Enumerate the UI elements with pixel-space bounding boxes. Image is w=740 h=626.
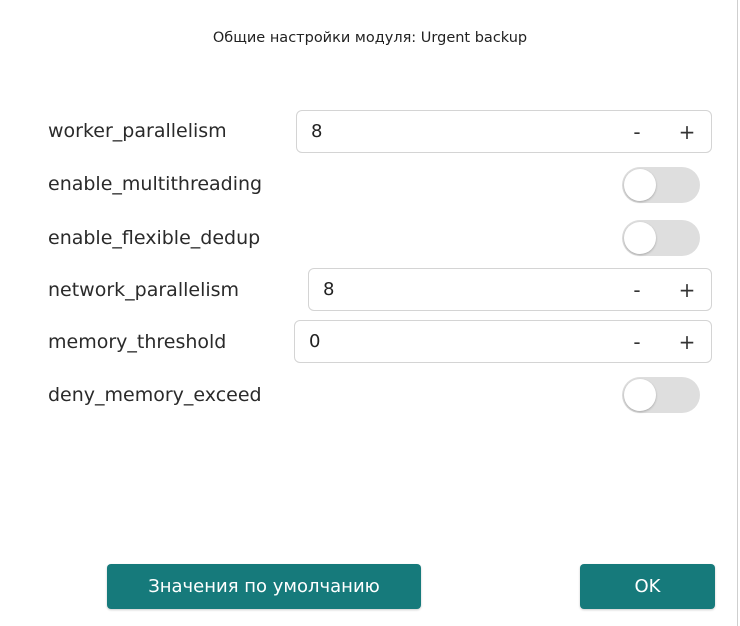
network-parallelism-increment-button[interactable]: +: [675, 276, 699, 304]
restore-defaults-button[interactable]: Значения по умолчанию: [107, 564, 421, 609]
network-parallelism-stepper[interactable]: 8 - +: [308, 268, 712, 311]
dialog-title: Общие настройки модуля: Urgent backup: [212, 30, 528, 46]
worker-parallelism-increment-button[interactable]: +: [675, 118, 699, 146]
enable-flexible-dedup-toggle[interactable]: [622, 220, 700, 256]
network-parallelism-decrement-button[interactable]: -: [625, 276, 649, 304]
enable-multithreading-toggle[interactable]: [622, 167, 700, 203]
worker-parallelism-label: worker_parallelism: [48, 120, 227, 142]
memory-threshold-increment-button[interactable]: +: [675, 328, 699, 356]
network-parallelism-value[interactable]: 8: [323, 279, 334, 300]
toggle-knob: [624, 379, 656, 411]
worker-parallelism-value[interactable]: 8: [311, 121, 322, 142]
memory-threshold-decrement-button[interactable]: -: [625, 328, 649, 356]
enable-multithreading-label: enable_multithreading: [48, 173, 263, 195]
enable-flexible-dedup-label: enable_flexible_dedup: [48, 227, 261, 249]
module-settings-dialog: Общие настройки модуля: Urgent backup wo…: [0, 0, 740, 626]
toggle-knob: [624, 222, 656, 254]
toggle-knob: [624, 169, 656, 201]
memory-threshold-stepper[interactable]: 0 - +: [294, 320, 712, 363]
memory-threshold-value[interactable]: 0: [309, 331, 320, 352]
dialog-border: [737, 0, 738, 626]
deny-memory-exceed-toggle[interactable]: [622, 377, 700, 413]
network-parallelism-label: network_parallelism: [48, 279, 240, 301]
worker-parallelism-stepper[interactable]: 8 - +: [296, 110, 712, 153]
ok-button[interactable]: OK: [580, 564, 715, 609]
memory-threshold-label: memory_threshold: [48, 331, 227, 353]
worker-parallelism-decrement-button[interactable]: -: [625, 118, 649, 146]
deny-memory-exceed-label: deny_memory_exceed: [48, 384, 262, 406]
